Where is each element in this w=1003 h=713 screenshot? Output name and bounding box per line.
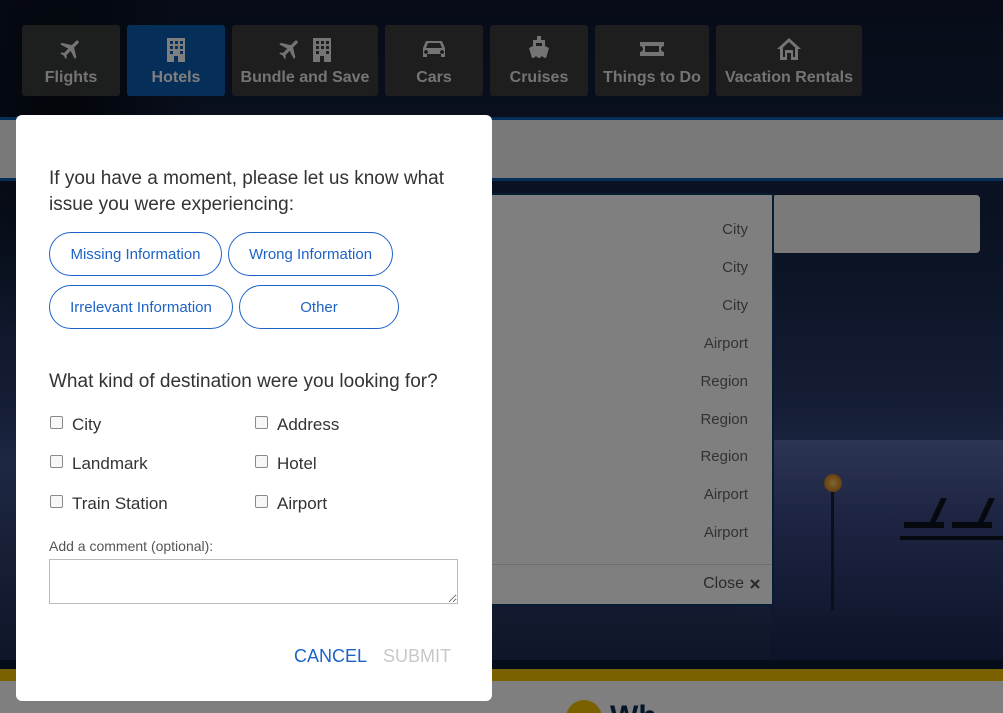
checkbox-label: Train Station xyxy=(72,494,168,513)
comment-label: Add a comment (optional): xyxy=(49,538,214,554)
checkbox-label: Hotel xyxy=(277,454,317,473)
checkbox-box[interactable] xyxy=(50,494,63,508)
cancel-button[interactable]: CANCEL xyxy=(294,646,367,667)
checkbox-hotel[interactable]: Hotel xyxy=(255,454,317,474)
checkbox-label: City xyxy=(72,415,102,434)
feedback-modal: If you have a moment, please let us know… xyxy=(16,115,492,701)
checkbox-box[interactable] xyxy=(255,415,268,429)
checkbox-box[interactable] xyxy=(50,454,63,468)
checkbox-box[interactable] xyxy=(255,494,268,508)
issue-option-other[interactable]: Other xyxy=(239,285,399,329)
checkbox-train-station[interactable]: Train Station xyxy=(50,494,168,514)
issue-question: If you have a moment, please let us know… xyxy=(49,168,444,215)
destination-question: What kind of destination were you lookin… xyxy=(49,371,438,392)
checkbox-address[interactable]: Address xyxy=(255,415,339,435)
submit-button[interactable]: SUBMIT xyxy=(383,646,451,667)
checkbox-airport[interactable]: Airport xyxy=(255,494,327,514)
checkbox-box[interactable] xyxy=(255,454,268,468)
issue-option-irrelevant-information[interactable]: Irrelevant Information xyxy=(49,285,233,329)
checkbox-label: Airport xyxy=(277,494,328,513)
checkbox-city[interactable]: City xyxy=(50,415,101,435)
issue-option-missing-information[interactable]: Missing Information xyxy=(49,232,222,276)
checkbox-label: Landmark xyxy=(72,454,148,473)
checkbox-box[interactable] xyxy=(50,415,63,429)
checkbox-landmark[interactable]: Landmark xyxy=(50,454,148,474)
checkbox-label: Address xyxy=(277,415,340,434)
issue-option-wrong-information[interactable]: Wrong Information xyxy=(228,232,393,276)
comment-field[interactable] xyxy=(49,559,458,604)
